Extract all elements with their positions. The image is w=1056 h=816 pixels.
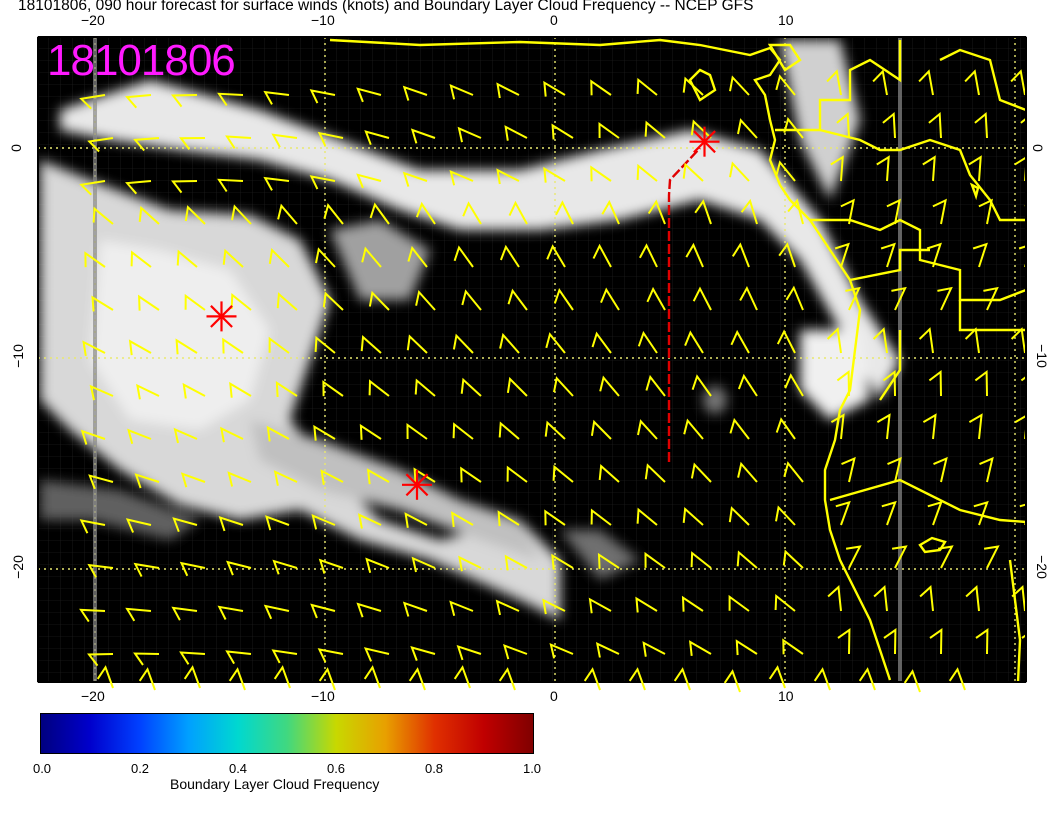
marker-star-northeast	[689, 126, 720, 157]
colorbar-tick-0: 0.0	[32, 761, 52, 776]
y-left-label-1: 0	[7, 144, 24, 152]
y-right-label-3: −20	[1033, 555, 1050, 579]
marker-star-west	[206, 301, 237, 332]
wind-barb	[1025, 462, 1026, 466]
y-right-label-1: 0	[1029, 144, 1046, 152]
x-bottom-label-2: −10	[311, 688, 335, 704]
y-left-label-3: −20	[9, 555, 26, 579]
x-top-label-3: 0	[550, 12, 558, 28]
x-top-label-4: 10	[778, 12, 794, 28]
map-body	[38, 37, 1026, 682]
date-stamp: 18101806	[47, 36, 236, 85]
x-bottom-label-3: 0	[550, 688, 558, 704]
colorbar-tick-5: 1.0	[522, 761, 542, 776]
x-top-label-1: −20	[81, 12, 105, 28]
x-top-label-2: −10	[311, 12, 335, 28]
x-bottom-label-1: −20	[81, 688, 105, 704]
colorbar-label: Boundary Layer Cloud Frequency	[170, 776, 380, 792]
colorbar-tick-3: 0.6	[326, 761, 346, 776]
colorbar-tick-2: 0.4	[228, 761, 248, 776]
y-left-label-2: −10	[9, 344, 26, 368]
colorbar-tick-4: 0.8	[424, 761, 444, 776]
colorbar-tick-1: 0.2	[130, 761, 150, 776]
marker-star-south	[402, 469, 432, 500]
x-bottom-label-4: 10	[778, 688, 794, 704]
y-right-label-2: −10	[1033, 344, 1050, 368]
colorbar	[40, 713, 534, 754]
map-canvas	[31, 30, 1033, 693]
